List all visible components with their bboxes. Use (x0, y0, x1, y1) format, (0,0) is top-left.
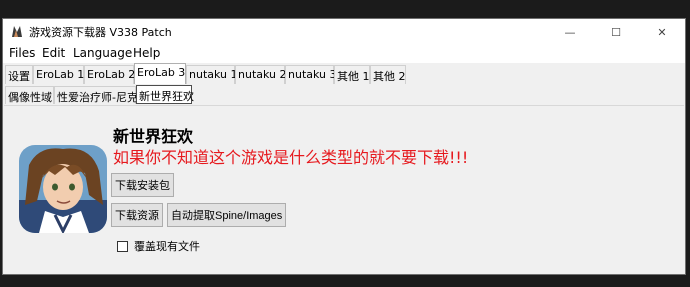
main-tab-strip: 设置 EroLab 1 EroLab 2 EroLab 3 nutaku 1 n… (3, 63, 685, 85)
download-resources-button[interactable]: 下载资源 (111, 203, 163, 227)
tab-settings[interactable]: 设置 (5, 65, 33, 84)
tab-erolab-2[interactable]: EroLab 2 (84, 65, 135, 84)
menu-edit[interactable]: Edit (42, 46, 65, 60)
tab-nutaku-2[interactable]: nutaku 2 (235, 65, 287, 84)
warning-text: 如果你不知道这个游戏是什么类型的就不要下载!!! (113, 148, 469, 167)
maximize-button[interactable]: ☐ (593, 19, 639, 45)
tab-erolab-1[interactable]: EroLab 1 (33, 65, 84, 84)
window-title: 游戏资源下载器 V338 Patch (29, 26, 172, 39)
menu-bar: Files Edit Language Help (3, 45, 685, 63)
tab-nutaku-3[interactable]: nutaku 3 (285, 65, 337, 84)
overwrite-label: 覆盖现有文件 (134, 240, 200, 253)
menu-language[interactable]: Language (73, 46, 132, 60)
tab-idol-sex-domain[interactable]: 偶像性域 (5, 86, 54, 104)
tab-erolab-3[interactable]: EroLab 3 (134, 63, 186, 84)
menu-help[interactable]: Help (133, 46, 160, 60)
tab-new-world-carnival[interactable]: 新世界狂欢 (136, 85, 194, 104)
close-button[interactable]: ✕ (639, 19, 685, 45)
game-panel: 新世界狂欢 如果你不知道这个游戏是什么类型的就不要下载!!! 下载安装包 下载资… (4, 105, 684, 273)
app-window: 游戏资源下载器 V338 Patch — ☐ ✕ Files Edit Lang… (2, 18, 686, 275)
title-bar[interactable]: 游戏资源下载器 V338 Patch — ☐ ✕ (3, 19, 685, 45)
overwrite-checkbox-row[interactable]: 覆盖现有文件 (117, 238, 200, 254)
game-cover-icon (19, 145, 107, 233)
tab-other-1[interactable]: 其他 1 (334, 65, 370, 84)
tab-sex-therapist-nick[interactable]: 性爱治疗师-尼克 (54, 86, 138, 104)
menu-files[interactable]: Files (9, 46, 35, 60)
extract-spine-images-button[interactable]: 自动提取Spine/Images (167, 203, 287, 227)
overwrite-checkbox[interactable] (117, 240, 128, 252)
minimize-button[interactable]: — (547, 19, 593, 45)
tab-other-2[interactable]: 其他 2 (370, 65, 406, 84)
app-logo-icon (12, 26, 22, 37)
download-installer-button[interactable]: 下载安装包 (111, 173, 174, 197)
tab-nutaku-1[interactable]: nutaku 1 (186, 65, 238, 84)
sub-tab-strip: 偶像性域 性爱治疗师-尼克 新世界狂欢 (3, 85, 685, 105)
